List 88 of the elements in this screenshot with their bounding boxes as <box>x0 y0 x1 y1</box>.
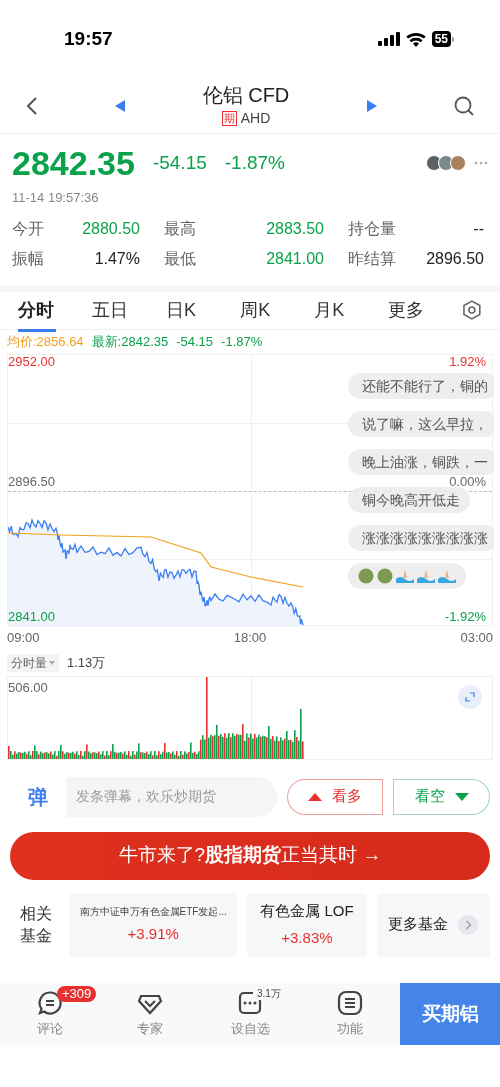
danmaku-bubble: 说了嘛，这么早拉， <box>348 410 494 437</box>
count-badge: +309 <box>57 986 97 1002</box>
stat-value: 1.47% <box>94 248 140 269</box>
fund-card[interactable]: 南方中证申万有色金属ETF发起... +3.91% <box>69 892 238 957</box>
stat-label: 最低 <box>164 248 196 269</box>
down-triangle-icon <box>454 792 469 801</box>
promo-banner[interactable]: 牛市来了?股指期货正当其时 → <box>10 831 490 880</box>
time-label: 03:00 <box>460 628 493 647</box>
danmaku-bubble: 铜今晚高开低走 <box>348 486 470 513</box>
fund-name: 有色金属 LOF <box>260 901 354 921</box>
toolbar-button[interactable]: 专家 <box>100 983 200 1045</box>
instrument-code: AHD <box>240 109 271 128</box>
danmaku-bubble: 晚上油涨，铜跌，一 <box>348 448 494 475</box>
face-emoji-icon <box>358 567 374 584</box>
chart-tab[interactable]: 分时 <box>18 288 93 332</box>
axis-label: 506.00 <box>8 678 48 697</box>
legend-percent: -1.87% <box>221 332 263 351</box>
avatar-icon <box>438 155 454 171</box>
toolbar-button[interactable]: 3.1万 设自选 <box>200 983 300 1045</box>
axis-label: 2841.00 <box>8 609 55 624</box>
last-price: 2842.35 <box>12 143 135 184</box>
stat-label: 今开 <box>12 218 44 239</box>
back-icon[interactable] <box>26 95 38 116</box>
average-price: 均价:2856.64 <box>7 332 84 351</box>
battery-icon: 55 <box>431 31 454 47</box>
volume-selector[interactable]: 分时量 <box>7 653 59 672</box>
legend-change: -54.15 <box>176 332 214 351</box>
axis-label: 1.92% <box>449 354 486 369</box>
toolbar-button[interactable]: 功能 <box>300 983 400 1045</box>
fund-change: +3.91% <box>127 923 179 944</box>
previous-icon[interactable] <box>115 99 126 112</box>
more-funds-card[interactable]: 更多基金 <box>376 892 490 957</box>
axis-label: -1.92% <box>444 609 486 624</box>
avatar-icon <box>426 155 442 171</box>
quote-timestamp: 11-14 19:57:36 <box>12 189 99 207</box>
chart-tab[interactable]: 月K <box>314 288 389 332</box>
axis-label: 0.00% <box>449 474 486 489</box>
percent-change: -1.87% <box>224 150 285 175</box>
fund-name: 南方中证申万有色金属ETF发起... <box>79 904 227 919</box>
status-time: 19:57 <box>64 26 113 51</box>
fund-change: +3.83% <box>281 927 333 948</box>
axis-label: 2952.00 <box>8 354 55 369</box>
latest-price: 最新:2842.35 <box>91 332 169 351</box>
stat-value: 2880.50 <box>82 218 140 239</box>
stat-value: 2841.00 <box>266 248 324 269</box>
price-change: -54.15 <box>152 150 207 175</box>
danmaku-bubble: 涨涨涨涨涨涨涨涨涨 <box>348 524 494 551</box>
volume-total: 1.13万 <box>67 653 106 672</box>
toolbar-button[interactable]: +309 评论 <box>0 983 100 1045</box>
chart-tab[interactable]: 日K <box>166 288 241 332</box>
stat-label: 振幅 <box>12 248 44 269</box>
stat-value: -- <box>473 218 484 239</box>
wifi-icon <box>405 31 426 47</box>
avatar-icon <box>450 155 466 171</box>
stat-value: 2896.50 <box>426 248 484 269</box>
axis-label: 2896.50 <box>8 474 55 489</box>
dropdown-icon <box>49 660 55 665</box>
more-icon[interactable] <box>474 161 488 165</box>
danmaku-bubble: 还能不能行了，铜的 <box>348 372 494 399</box>
time-label: 09:00 <box>7 628 40 647</box>
menu-icon <box>337 989 363 1016</box>
stat-label: 昨结算 <box>348 248 396 269</box>
next-icon[interactable] <box>366 99 377 112</box>
chevron-icon <box>458 914 479 935</box>
fund-card[interactable]: 有色金属 LOF +3.83% <box>247 892 367 957</box>
buy-button[interactable]: 买期铝 <box>400 983 500 1045</box>
search-icon[interactable] <box>454 95 474 116</box>
chart-tab[interactable]: 更多 <box>388 288 463 332</box>
stat-label: 持仓量 <box>348 218 396 239</box>
settings-icon[interactable] <box>462 300 483 320</box>
follower-count: 3.1万 <box>257 987 281 1001</box>
face-emoji-icon <box>377 567 393 584</box>
chart-tab[interactable]: 五日 <box>92 288 167 332</box>
instrument-title: 伦铝 CFD <box>202 83 290 108</box>
expand-icon <box>465 691 475 702</box>
futures-badge: 期 <box>221 111 237 126</box>
time-label: 18:00 <box>233 628 267 647</box>
chart-tab[interactable]: 周K <box>240 288 315 332</box>
up-triangle-icon <box>307 792 322 801</box>
expand-button[interactable] <box>458 684 482 709</box>
stat-label: 最高 <box>164 218 196 239</box>
chat-icon <box>37 989 63 1016</box>
danmaku-toggle[interactable]: 弹 <box>10 776 66 817</box>
signal-icon <box>377 32 400 46</box>
funds-label: 相关基金 <box>19 903 53 946</box>
more-funds-label: 更多基金 <box>388 914 449 935</box>
danmaku-input[interactable]: 弹 发条弹幕，欢乐炒期货 <box>10 776 277 817</box>
stat-value: 2883.50 <box>266 218 324 239</box>
